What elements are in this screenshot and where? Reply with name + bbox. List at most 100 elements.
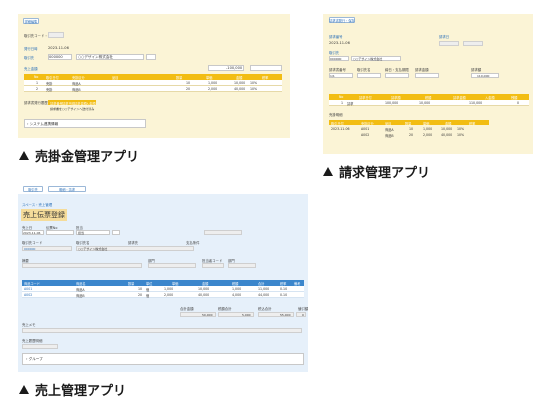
total-label: 値引額 xyxy=(298,307,309,311)
row-tax: 10% xyxy=(457,133,465,137)
invoice-history-header: 請求番号 請求日時 請求金額 入金額 xyxy=(48,100,96,106)
history-field[interactable] xyxy=(22,344,58,349)
field-label: 請求先 xyxy=(128,241,139,245)
row-amount: 40,000 xyxy=(441,133,453,137)
row-balance: 0 xyxy=(517,101,520,105)
history-label: 売上履歴明細 xyxy=(22,339,43,343)
row-tax: 10,000 xyxy=(419,101,431,105)
grid-field[interactable] xyxy=(415,73,439,78)
row-item: 商品B xyxy=(385,134,394,138)
triangle-icon xyxy=(19,385,29,394)
field-label: 取引先コード xyxy=(22,241,43,245)
field-label: 請求日 xyxy=(439,35,450,39)
section-label: 請求書発行履歴 xyxy=(24,101,48,105)
grid-label: 請求金額 xyxy=(415,68,429,72)
issue-invoice-button[interactable]: 請求書発行・保存 xyxy=(329,17,355,23)
row-price: 1,000 xyxy=(208,81,218,85)
row-total: 44,000 xyxy=(258,293,270,297)
row-no: 2 xyxy=(36,87,39,91)
col-header: 品目 xyxy=(385,121,392,126)
grid-value: 110,000 xyxy=(477,73,490,78)
client-name-value: ○○デザイン株式会社 xyxy=(353,56,383,61)
total-field[interactable] xyxy=(296,312,306,317)
grid-label: 取引先名 xyxy=(357,68,371,72)
tab-detail[interactable]: 明細・請求 xyxy=(48,186,86,192)
row-code: A001 xyxy=(24,287,33,291)
table-row[interactable]: A002 商品B 20 個 2,000 40,000 4,000 44,000 … xyxy=(22,292,304,298)
amount-value: -100,000 xyxy=(226,66,243,70)
group-section[interactable] xyxy=(22,353,304,365)
row-no: 1 xyxy=(36,81,39,85)
row-kind: 請求 xyxy=(347,102,354,106)
section-label: 売掛明細 xyxy=(329,113,343,117)
field-label: 取引先コード・番号 xyxy=(24,34,55,38)
row-qty: 10 xyxy=(409,127,414,131)
client-lookup-button[interactable] xyxy=(146,54,156,60)
group-label: › グループ xyxy=(26,357,43,361)
invoice-number-field[interactable] xyxy=(439,41,459,46)
amount-unit-field[interactable] xyxy=(250,65,282,71)
row-name: 商品B xyxy=(76,294,85,298)
grid-label: 締日・支払期限 xyxy=(385,68,409,72)
row-qty: 10 xyxy=(186,81,191,85)
col-header: No xyxy=(339,95,344,99)
col-header: 取引日付 xyxy=(331,121,344,126)
table-row[interactable]: A002 商品B 20 2,000 40,000 10% xyxy=(329,132,489,138)
breadcrumb[interactable]: スペース・売上管理 xyxy=(22,202,52,207)
memo-textarea[interactable] xyxy=(22,328,302,333)
total-value: 50,000 xyxy=(202,312,213,317)
row-unit: 個 xyxy=(146,294,150,298)
sales-screenshot: 取引先 明細・請求 スペース・売上管理 売上伝票登録 売上日 伝票No 担当 2… xyxy=(18,184,308,372)
top-bar: 取引先 明細・請求 xyxy=(18,184,308,194)
rep-code-field[interactable] xyxy=(202,263,224,268)
row-no: 1 xyxy=(341,101,344,105)
grid-field[interactable] xyxy=(357,73,381,78)
extra-field[interactable] xyxy=(204,230,242,235)
row-tax: 4,000 xyxy=(232,293,242,297)
grid-value: 1/1 xyxy=(330,73,335,78)
slip-no-field[interactable] xyxy=(46,230,74,235)
total-value: 5,000 xyxy=(242,312,251,317)
row-kind: 売掛 xyxy=(46,88,53,92)
date-value: 2023-11-06 xyxy=(329,41,350,45)
table-row[interactable]: 2 売掛 商品B 20 2,000 40,000 10% xyxy=(24,86,282,92)
field-label: 取引先 xyxy=(329,51,340,55)
row-tax: 10% xyxy=(250,87,258,91)
col-header: 請求日時 xyxy=(62,101,75,106)
code-field[interactable] xyxy=(48,32,64,38)
page-title: 売上伝票登録 xyxy=(21,209,67,221)
memo-field[interactable] xyxy=(22,263,142,268)
rep-value: 担当 xyxy=(78,230,85,235)
col-header: 単価 xyxy=(423,121,430,126)
total-label: 税額合計 xyxy=(218,307,232,311)
date-value: 2023-11-06 xyxy=(48,46,69,50)
row-qty: 10 xyxy=(138,287,143,291)
date-value: 2023-11-06 xyxy=(23,230,41,235)
total-label: 合計金額 xyxy=(180,307,194,311)
field-label: 支払条件 xyxy=(186,241,200,245)
row-date: 2023-11-06 xyxy=(331,127,350,131)
dept-field[interactable] xyxy=(148,263,196,268)
col-header: No xyxy=(34,75,39,79)
tab-client[interactable]: 取引先 xyxy=(23,186,43,192)
rep-lookup-button[interactable] xyxy=(112,230,120,235)
grid-field[interactable] xyxy=(385,73,409,78)
invoice-date-field[interactable] xyxy=(463,41,483,46)
row-amount: 40,000 xyxy=(198,293,210,297)
grid-label: 請求書番号 xyxy=(329,68,346,72)
row-rate: 0.10 xyxy=(280,293,288,297)
caption-sales-ar: 売掛金管理アプリ xyxy=(19,146,139,165)
edit-button[interactable]: 詳細編集 xyxy=(23,18,39,24)
caption-text: 売掛金管理アプリ xyxy=(35,150,140,165)
dept-field-2[interactable] xyxy=(228,263,256,268)
row-tax: 1,000 xyxy=(232,287,242,291)
client-name-value: ○○デザイン株式会社 xyxy=(78,246,108,251)
caption-sales: 売上管理アプリ xyxy=(19,380,126,399)
row-tax: 10% xyxy=(457,127,465,131)
billing-screenshot: 請求書発行・保存 請求番号 請求日 2023-11-06 取引先 000000 … xyxy=(323,14,533,154)
table-row[interactable]: 1 請求 100,000 10,000 110,000 0 xyxy=(329,100,529,106)
col-header: 数量 xyxy=(405,121,412,126)
client-code-value: 000000 xyxy=(330,56,342,61)
group-label: › システム連携情報 xyxy=(27,121,59,126)
row-amount: 100,000 xyxy=(385,101,399,105)
